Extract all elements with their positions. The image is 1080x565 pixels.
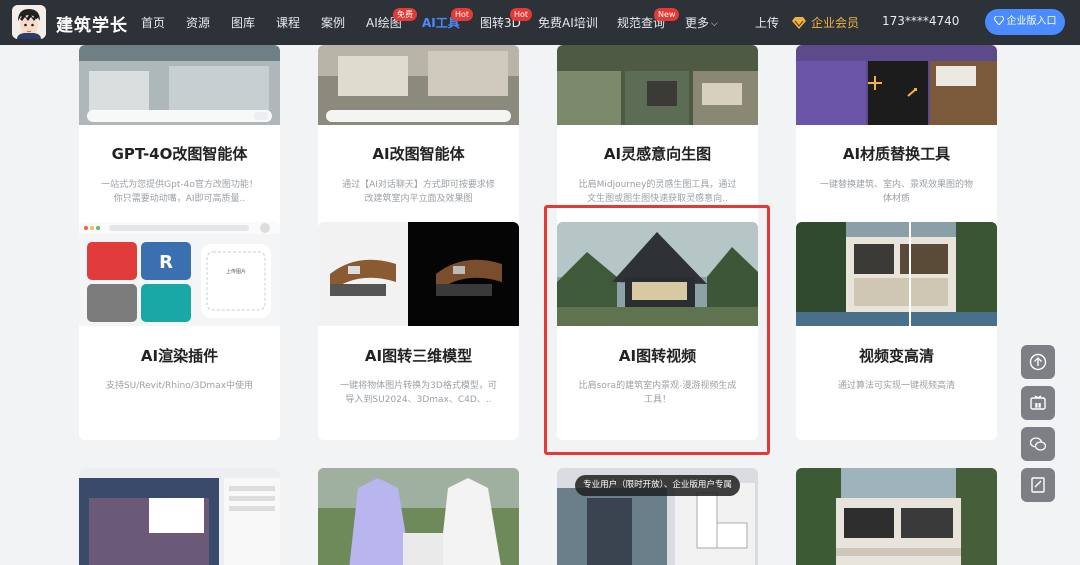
card-title: AI改图智能体 <box>372 145 465 163</box>
nav-badge-hot: Hot <box>451 8 474 21</box>
avatar-icon <box>12 5 46 39</box>
tool-card-gpt4o[interactable]: GPT-4O改图智能体 一站式为您提供Gpt-4o官方改图功能！你只需要动动嘴，… <box>79 45 280 238</box>
svg-text:▮▮: ▮▮ <box>1035 402 1042 409</box>
tool-card-ai-material[interactable]: AI材质替换工具 一键替换建筑、室内、景观效果图的物体材质 <box>796 45 997 238</box>
card-title: AI灵感意向生图 <box>603 145 712 163</box>
card-thumbnail <box>796 222 997 326</box>
card-thumbnail <box>79 468 280 565</box>
nav-badge-hot: Hot <box>510 8 533 21</box>
top-nav: 建筑学长 首页 资源 图库 课程 案例 AI绘图 免费 AI工具 Hot 图转3… <box>0 0 1080 45</box>
scroll-top-button[interactable] <box>1021 345 1055 379</box>
card-title: AI材质替换工具 <box>842 145 951 163</box>
wechat-icon <box>1029 437 1047 451</box>
svg-text:R: R <box>159 252 173 273</box>
enterprise-entry-button[interactable]: 企业版入口 <box>985 9 1065 35</box>
nav-gallery[interactable]: 图库 <box>231 14 255 31</box>
enterprise-entry-label: 企业版入口 <box>1006 16 1057 27</box>
card-title: AI图转三维模型 <box>364 347 473 365</box>
feedback-button[interactable] <box>1021 468 1055 502</box>
card-thumbnail <box>318 222 519 326</box>
card-thumbnail <box>796 468 997 565</box>
card-thumbnail <box>557 45 758 125</box>
exclusive-notice-pill: 专业用户（限时开放）、企业版用户专属 <box>575 475 740 496</box>
nav-courses[interactable]: 课程 <box>276 14 300 31</box>
wechat-button[interactable] <box>1021 427 1055 461</box>
user-phone[interactable]: 173****4740 <box>882 14 959 28</box>
nav-resources[interactable]: 资源 <box>186 14 210 31</box>
card-title: GPT-4O改图智能体 <box>111 145 248 163</box>
card-thumbnail: R 上传图片 <box>79 222 280 326</box>
diamond-icon <box>992 15 1005 26</box>
card-title: 视频变高清 <box>858 347 934 365</box>
nav-more[interactable]: 更多 ⌵ <box>685 14 718 31</box>
tool-card-image-to-3d[interactable]: AI图转三维模型 一键将物体图片转换为3D格式模型，可导入到SU2024、3Dm… <box>318 222 519 440</box>
nav-home[interactable]: 首页 <box>141 14 165 31</box>
diamond-icon <box>792 17 806 29</box>
avatar[interactable] <box>12 5 46 39</box>
upload-placeholder-text: 上传图片 <box>225 269 246 275</box>
tool-card-video-hd[interactable]: 视频变高清 通过算法可实现一键视频高清 <box>796 222 997 440</box>
tool-card-ai-render-plugin[interactable]: R 上传图片 AI渲染插件 支持SU/Revit/Rhino/3Dmax中使用 <box>79 222 280 440</box>
card-thumbnail <box>79 45 280 125</box>
tool-card-row3-4[interactable] <box>796 468 997 565</box>
card-description: 通过【AI对话聊天】方式即可按要求修改建筑室内平立面及效果图 <box>342 180 495 204</box>
card-description: 一键替换建筑、室内、景观效果图的物体材质 <box>819 180 973 204</box>
nav-badge-new: New <box>654 8 680 21</box>
card-title: AI渲染插件 <box>140 347 219 365</box>
upload-link[interactable]: 上传 <box>755 14 779 31</box>
nav-badge-free: 免费 <box>393 8 417 21</box>
vip-link[interactable]: 企业会员 <box>792 14 859 31</box>
nav-cases[interactable]: 案例 <box>321 14 345 31</box>
card-thumbnail <box>318 45 519 125</box>
edit-icon <box>1031 477 1045 493</box>
tool-card-row3-2[interactable] <box>318 468 519 565</box>
tool-card-ai-edit[interactable]: AI改图智能体 通过【AI对话聊天】方式即可按要求修改建筑室内平立面及效果图 <box>318 45 519 238</box>
video-button[interactable]: ▮▮ <box>1021 386 1055 420</box>
brand-name[interactable]: 建筑学长 <box>56 11 128 36</box>
chevron-down-icon: ⌵ <box>711 19 718 29</box>
upload-arrow-icon <box>1029 353 1047 371</box>
card-description: 一键将物体图片转换为3D格式模型，可导入到SU2024、3Dmax、C4D、.. <box>340 381 497 405</box>
tool-card-row3-1[interactable] <box>79 468 280 565</box>
card-description: 比肩Midjourney的灵感生图工具，通过文生图或图生图快速获取灵感意向.. <box>578 180 737 204</box>
highlight-frame <box>544 205 770 455</box>
nav-free-ai-training[interactable]: 免费AI培训 <box>538 14 598 31</box>
vip-label: 企业会员 <box>811 16 860 30</box>
video-icon: ▮▮ <box>1030 395 1046 410</box>
card-description: 一站式为您提供Gpt-4o官方改图功能！你只需要动动嘴，AI即可高质量.. <box>101 180 258 204</box>
nav-more-label: 更多 <box>685 16 710 30</box>
tool-grid: GPT-4O改图智能体 一站式为您提供Gpt-4o官方改图功能！你只需要动动嘴，… <box>0 45 1080 565</box>
card-thumbnail <box>796 45 997 125</box>
card-thumbnail <box>318 468 519 565</box>
card-description: 通过算法可实现一键视频高清 <box>837 381 955 391</box>
card-description: 支持SU/Revit/Rhino/3Dmax中使用 <box>105 381 254 391</box>
